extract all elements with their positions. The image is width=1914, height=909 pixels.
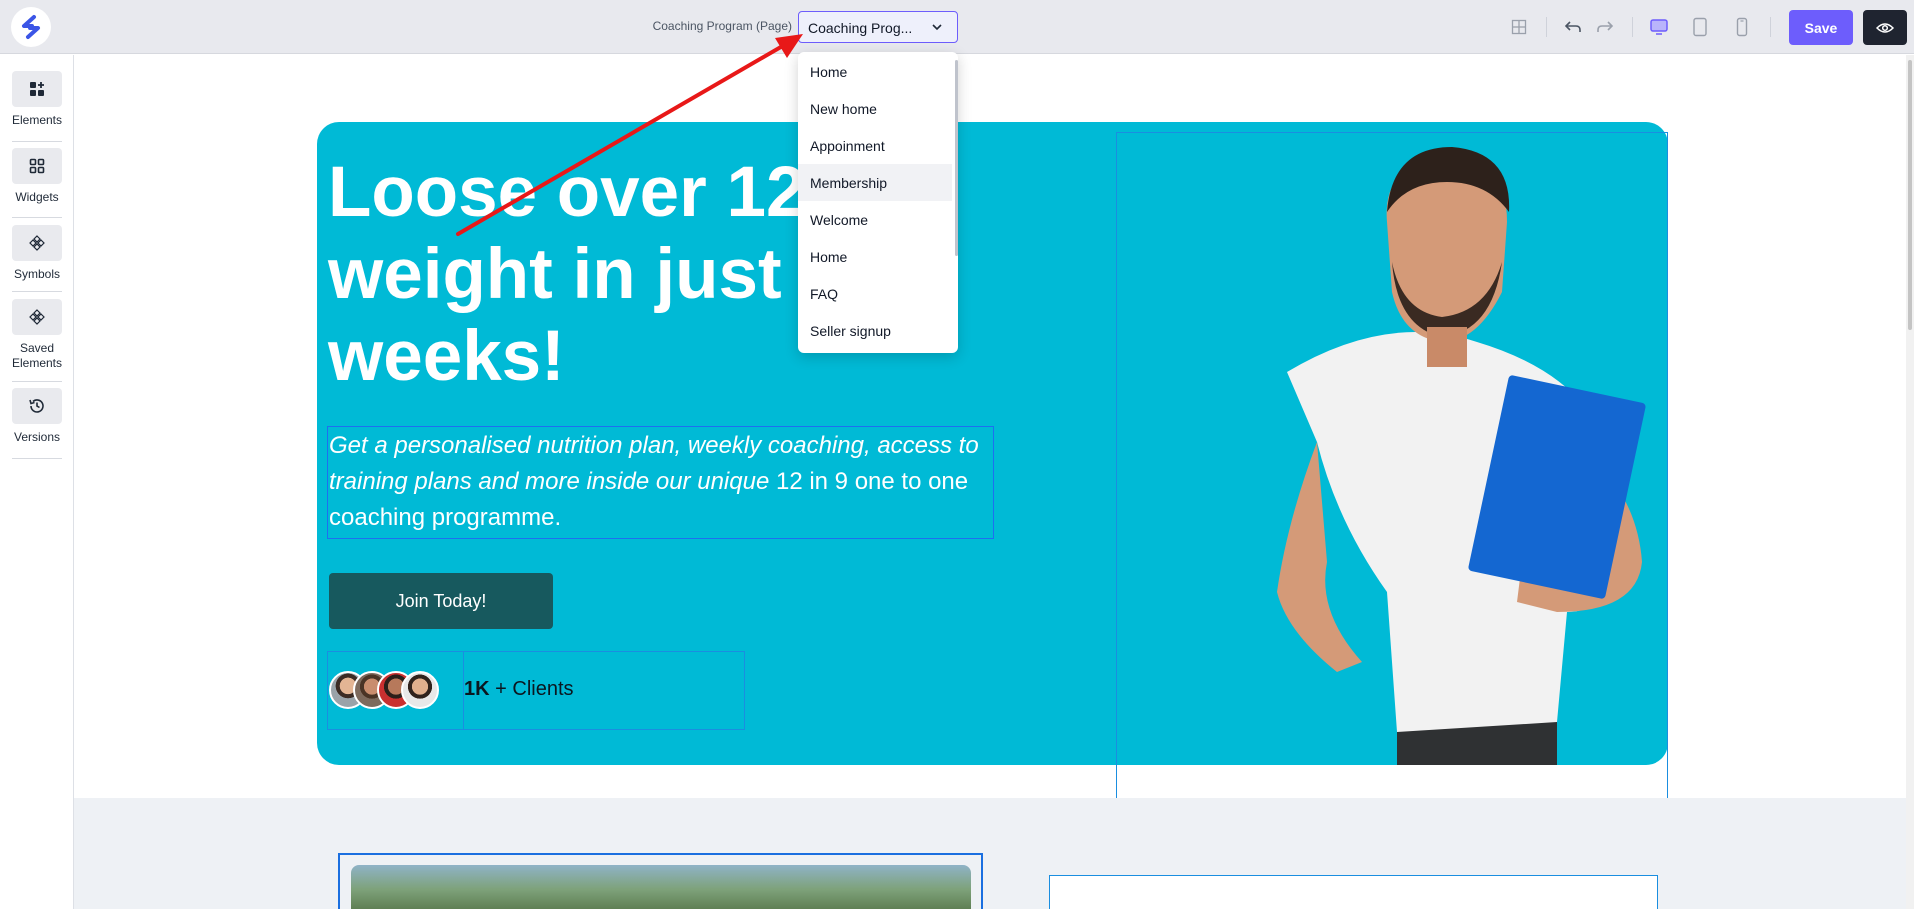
undo-icon[interactable] [1562,16,1584,38]
sidebar-item-label: Versions [13,430,61,444]
sidebar-divider [12,458,62,459]
dropdown-option-hovered[interactable]: Membership [798,164,952,201]
dropdown-option[interactable]: Home [798,53,952,90]
sidebar-divider [12,291,62,292]
sidebar-item-label: Elements [11,113,63,127]
feature-image [351,865,971,909]
toolbar-divider [1546,17,1547,37]
dropdown-option[interactable]: Welcome [798,201,952,238]
dropdown-option[interactable]: Home [798,238,952,275]
sidebar-item-label: Saved Elements [11,341,63,370]
join-today-button[interactable]: Join Today! [329,573,553,629]
saved-elements-icon [12,299,62,335]
elements-add-icon [12,71,62,107]
hero-subtitle[interactable]: Get a personalised nutrition plan, weekl… [329,428,989,536]
toolbar-divider [1632,17,1633,37]
chevron-down-icon [931,20,943,36]
app-logo[interactable] [11,7,51,47]
grid-layout-icon[interactable] [1508,16,1530,38]
page-select-dropdown: Home New home Appoinment Membership Welc… [798,52,958,353]
dropdown-option[interactable]: FAQ [798,275,952,312]
clients-count: 1K [464,678,490,700]
save-button[interactable]: Save [1789,10,1853,45]
sidebar-item-elements[interactable]: Elements [12,71,62,128]
logo-icon [22,15,40,39]
feature-text-block[interactable] [1049,875,1658,909]
widgets-icon [12,148,62,184]
dropdown-option[interactable]: Seller signup [798,312,952,349]
sidebar-item-label: Symbols [13,267,60,281]
left-sidebar: Elements Widgets Symbols Saved Elements … [0,55,74,909]
sidebar-item-versions[interactable]: Versions [12,388,62,445]
page-select[interactable]: Coaching Prog... [798,11,958,43]
image-column-outline [1116,132,1668,800]
toolbar-divider [1770,17,1771,37]
desktop-view-icon[interactable] [1648,16,1670,38]
mobile-view-icon[interactable] [1731,16,1753,38]
sidebar-divider [12,217,62,218]
client-avatar [401,671,439,709]
sidebar-divider [12,381,62,382]
tablet-view-icon[interactable] [1689,16,1711,38]
page-name-label: Coaching Program (Page) [652,19,792,33]
eye-icon [1876,22,1894,33]
clients-suffix: + Clients [489,678,574,700]
sidebar-divider [12,141,62,142]
redo-icon[interactable] [1594,16,1616,38]
history-icon [12,388,62,424]
sidebar-item-symbols[interactable]: Symbols [12,225,62,282]
sidebar-item-widgets[interactable]: Widgets [12,148,62,205]
dropdown-scrollbar[interactable] [955,60,958,256]
preview-button[interactable] [1863,10,1907,45]
editor-toolbar: Coaching Program (Page) Coaching Prog...… [0,0,1914,54]
page-select-value: Coaching Prog... [808,20,913,36]
dropdown-option[interactable]: New home [798,90,952,127]
canvas-scrollbar-thumb[interactable] [1908,60,1912,330]
sidebar-item-label: Widgets [15,190,59,204]
sidebar-item-saved-elements[interactable]: Saved Elements [12,299,62,371]
symbols-icon [12,225,62,261]
clients-count-text: 1K + Clients [464,678,574,701]
dropdown-option[interactable]: Appoinment [798,127,952,164]
